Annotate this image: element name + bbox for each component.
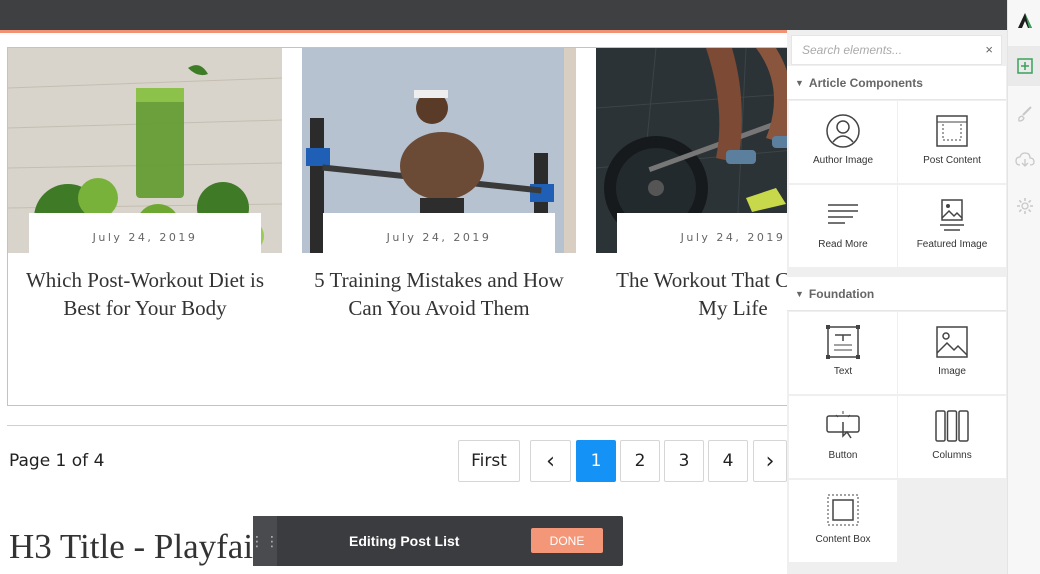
page-indicator: Page 1 of 4: [9, 451, 105, 471]
element-text[interactable]: Text: [789, 312, 897, 394]
section-article-components[interactable]: ▼ Article Components: [787, 66, 1006, 100]
image-icon: [934, 324, 970, 360]
chevron-right-icon: ›: [765, 448, 775, 474]
element-featured-image[interactable]: Featured Image: [898, 185, 1006, 267]
prev-page-button[interactable]: ‹: [530, 440, 571, 482]
element-label: Content Box: [815, 534, 871, 545]
post-title[interactable]: Which Post-Workout Diet is Best for Your…: [18, 266, 272, 322]
brush-icon[interactable]: [1008, 94, 1040, 134]
element-label: Columns: [932, 450, 972, 461]
editing-toolbar: ⋮⋮ Editing Post List DONE: [250, 516, 623, 566]
element-read-more[interactable]: Read More: [789, 185, 897, 267]
element-label: Image: [938, 366, 966, 377]
element-label: Author Image: [812, 155, 874, 166]
post-title[interactable]: 5 Training Mistakes and How Can You Avoi…: [312, 266, 566, 322]
element-label: Button: [828, 450, 858, 461]
featured-image-icon: [934, 197, 970, 233]
read-more-icon: [825, 197, 861, 233]
element-label: Post Content: [923, 155, 981, 166]
author-image-icon: [825, 113, 861, 149]
chevron-left-icon: ‹: [546, 448, 555, 474]
gear-icon[interactable]: [1008, 186, 1040, 226]
post-date: July 24, 2019: [323, 213, 555, 258]
editor-side-rail: [1007, 0, 1040, 574]
post-card[interactable]: July 24, 2019 Which Post-Workout Diet is…: [8, 48, 282, 405]
editing-label: Editing Post List: [349, 533, 460, 549]
page-button-3[interactable]: 3: [664, 440, 704, 482]
section-foundation[interactable]: ▼ Foundation: [787, 277, 1006, 311]
post-date: July 24, 2019: [617, 213, 806, 258]
post-title[interactable]: The Workout That Changed My Life: [606, 266, 806, 322]
page-button-1[interactable]: 1: [576, 440, 616, 482]
page-button-2[interactable]: 2: [620, 440, 660, 482]
elements-panel: × ▼ Article Components Author Image Post…: [787, 30, 1010, 574]
element-button[interactable]: Button: [789, 396, 897, 478]
search-box[interactable]: ×: [791, 35, 1002, 65]
element-image[interactable]: Image: [898, 312, 1006, 394]
element-author-image[interactable]: Author Image: [789, 101, 897, 183]
element-label: Text: [833, 366, 853, 377]
next-page-button[interactable]: ›: [753, 440, 787, 482]
post-list[interactable]: July 24, 2019 Which Post-Workout Diet is…: [7, 47, 807, 406]
post-content-icon: [934, 113, 970, 149]
element-post-content[interactable]: Post Content: [898, 101, 1006, 183]
first-page-button[interactable]: First: [458, 440, 520, 482]
search-input[interactable]: [792, 36, 972, 64]
caret-down-icon: ▼: [795, 77, 804, 88]
caret-down-icon: ▼: [795, 288, 804, 299]
post-date: July 24, 2019: [29, 213, 261, 258]
element-label: Read More: [818, 239, 868, 250]
drag-handle-icon[interactable]: ⋮⋮: [250, 516, 279, 566]
section-title: Article Components: [808, 75, 923, 90]
post-card[interactable]: July 24, 2019 The Workout That Changed M…: [596, 48, 806, 405]
add-element-icon[interactable]: [1008, 46, 1040, 86]
cloud-download-icon[interactable]: [1008, 140, 1040, 180]
content-box-icon: [825, 492, 861, 528]
h3-heading[interactable]: H3 Title - Playfai: [9, 527, 253, 567]
element-label: Featured Image: [916, 239, 988, 250]
clear-search-icon[interactable]: ×: [985, 42, 993, 57]
element-columns[interactable]: Columns: [898, 396, 1006, 478]
text-icon: [825, 324, 861, 360]
element-content-box[interactable]: Content Box: [789, 480, 897, 562]
pagination-divider: [7, 425, 787, 426]
section-title: Foundation: [808, 286, 875, 301]
editor-top-bar: [0, 0, 1007, 30]
button-icon: [825, 408, 861, 444]
post-card[interactable]: July 24, 2019 5 Training Mistakes and Ho…: [302, 48, 576, 405]
page-button-4[interactable]: 4: [708, 440, 748, 482]
done-button[interactable]: DONE: [531, 528, 603, 553]
columns-icon: [934, 408, 970, 444]
logo-icon[interactable]: [1008, 0, 1040, 40]
